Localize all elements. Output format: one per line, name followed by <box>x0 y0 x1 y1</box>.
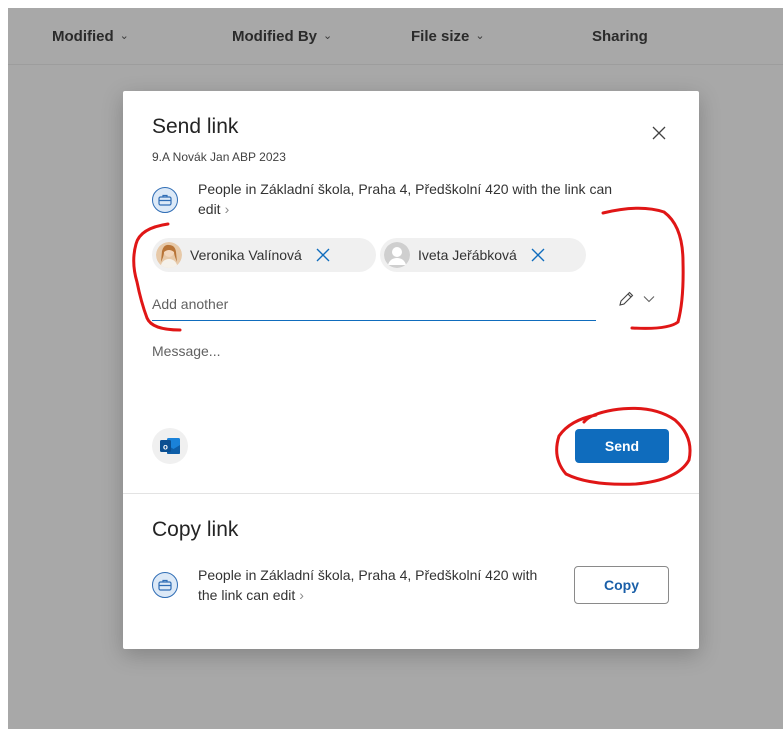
column-modified-by-label: Modified By <box>232 28 317 45</box>
remove-recipient-icon[interactable] <box>531 248 545 262</box>
pencil-icon <box>619 291 634 306</box>
briefcase-icon <box>152 187 178 213</box>
column-modified-by[interactable]: Modified By ⌄ <box>232 28 332 45</box>
recipient-name: Iveta Jeřábková <box>418 247 517 263</box>
message-input[interactable] <box>152 343 652 403</box>
column-file-size[interactable]: File size ⌄ <box>411 28 485 45</box>
column-modified-label: Modified <box>52 28 114 45</box>
recipient-chip: Iveta Jeřábková <box>380 238 586 272</box>
recipient-chip: Veronika Valínová <box>152 238 376 272</box>
file-name: 9.A Novák Jan ABP 2023 <box>152 150 286 164</box>
chevron-down-icon: ⌄ <box>323 30 333 42</box>
outlook-icon[interactable]: o <box>152 428 188 464</box>
add-recipient-input[interactable] <box>152 287 596 320</box>
avatar <box>384 242 410 268</box>
link-permission-text: People in Základní škola, Praha 4, Předš… <box>198 181 613 217</box>
chevron-right-icon: › <box>299 587 304 603</box>
column-sharing-label: Sharing <box>592 28 648 45</box>
chevron-down-icon: ⌄ <box>119 30 129 42</box>
close-icon <box>652 126 666 140</box>
briefcase-icon <box>152 572 178 598</box>
copy-button[interactable]: Copy <box>574 566 669 604</box>
chevron-right-icon: › <box>224 201 230 217</box>
dialog-title: Send link <box>152 115 239 138</box>
copy-link-permission-text: People in Základní škola, Praha 4, Předš… <box>198 567 538 603</box>
remove-recipient-icon[interactable] <box>316 248 330 262</box>
close-button[interactable] <box>647 121 671 145</box>
chevron-down-icon <box>643 296 655 303</box>
column-sharing[interactable]: Sharing <box>592 28 648 45</box>
avatar <box>156 242 182 268</box>
add-recipient-field <box>152 287 596 321</box>
send-button[interactable]: Send <box>575 429 669 463</box>
section-divider <box>123 493 699 494</box>
copy-link-permission-settings[interactable]: People in Základní škola, Praha 4, Předš… <box>198 565 548 605</box>
copy-link-title: Copy link <box>152 518 239 541</box>
permission-dropdown[interactable] <box>617 290 655 308</box>
chevron-down-icon: ⌄ <box>475 30 485 42</box>
svg-text:o: o <box>163 443 168 452</box>
send-link-dialog: Send link 9.A Novák Jan ABP 2023 People … <box>123 91 699 649</box>
column-modified[interactable]: Modified ⌄ <box>52 28 129 45</box>
recipient-name: Veronika Valínová <box>190 247 302 263</box>
link-permission-settings[interactable]: People in Základní škola, Praha 4, Předš… <box>198 179 638 219</box>
column-header-row: Modified ⌄ Modified By ⌄ File size ⌄ Sha… <box>8 8 783 65</box>
message-area <box>152 343 652 403</box>
column-file-size-label: File size <box>411 28 470 45</box>
